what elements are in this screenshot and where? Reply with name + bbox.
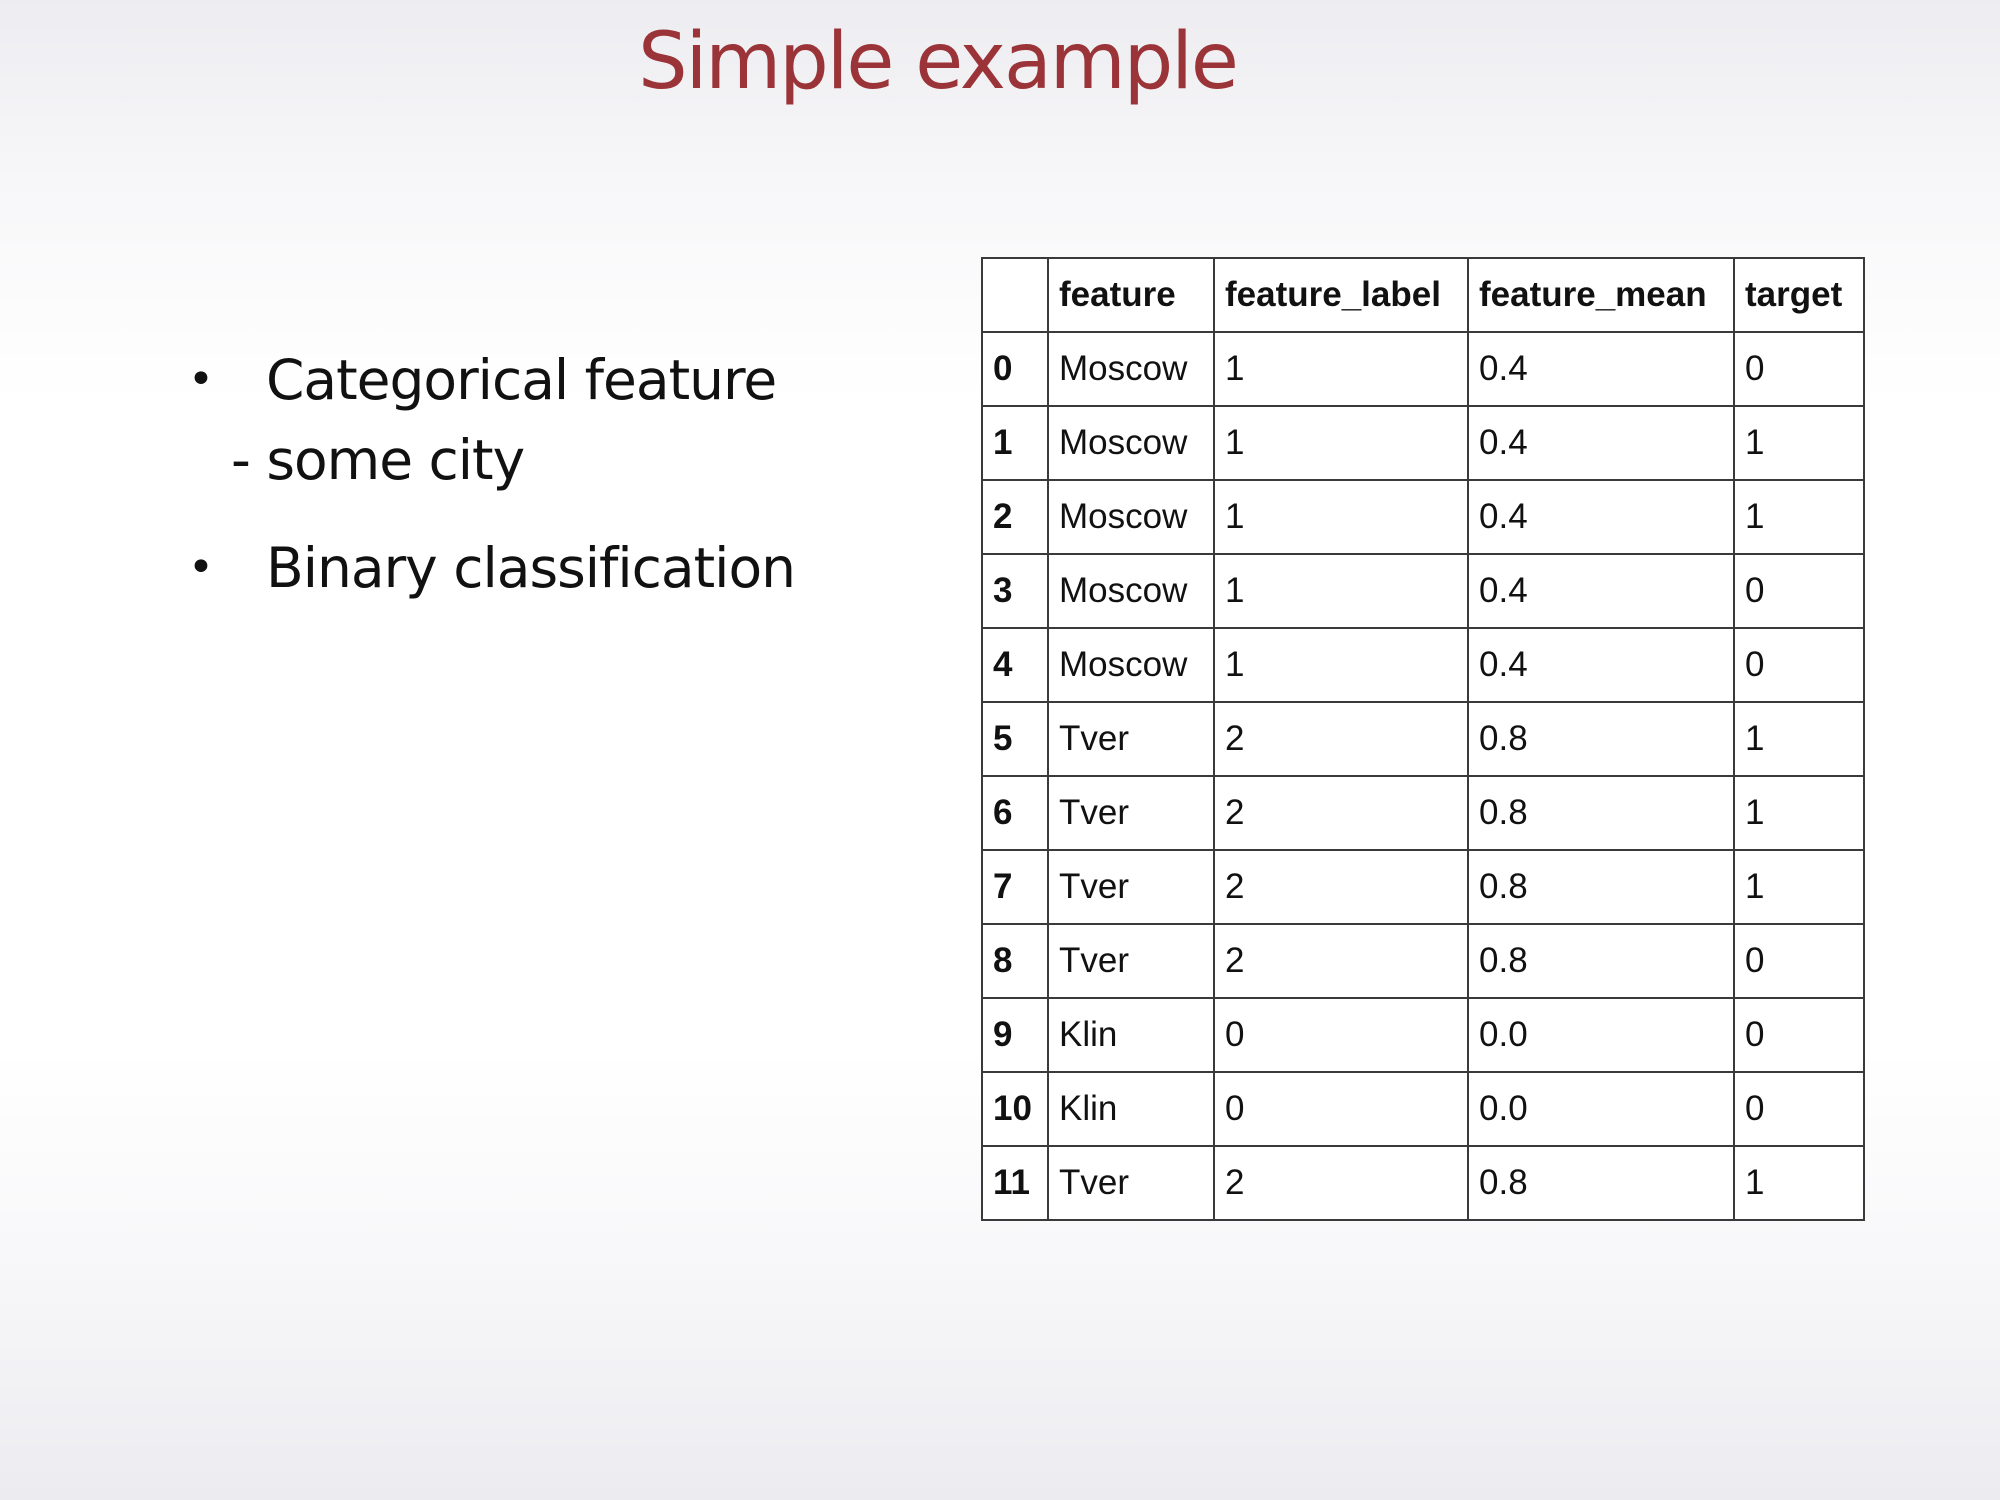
cell-feature: Moscow [1047, 627, 1215, 703]
bullet-item: • Binary classification [188, 528, 888, 608]
cell-feature-label: 2 [1213, 849, 1469, 925]
cell-feature-mean: 0.4 [1467, 479, 1735, 555]
cell-feature: Moscow [1047, 405, 1215, 481]
slide-title: Simple example [638, 17, 1239, 107]
table-row: 1 Moscow 1 0.4 1 [981, 405, 1865, 481]
cell-feature: Tver [1047, 775, 1215, 851]
bullet-text: Binary classification [266, 536, 796, 600]
cell-feature-mean: 0.8 [1467, 923, 1735, 999]
cell-feature-label: 1 [1213, 331, 1469, 407]
cell-target: 1 [1733, 849, 1865, 925]
cell-target: 0 [1733, 923, 1865, 999]
table-row: 4 Moscow 1 0.4 0 [981, 627, 1865, 703]
cell-feature-mean: 0.8 [1467, 1145, 1735, 1221]
cell-target: 1 [1733, 405, 1865, 481]
cell-feature-mean: 0.4 [1467, 405, 1735, 481]
cell-target: 1 [1733, 701, 1865, 777]
cell-feature-mean: 0.8 [1467, 775, 1735, 851]
table-row: 7 Tver 2 0.8 1 [981, 849, 1865, 925]
cell-feature: Klin [1047, 997, 1215, 1073]
cell-feature-mean: 0.4 [1467, 627, 1735, 703]
table-row: 9 Klin 0 0.0 0 [981, 997, 1865, 1073]
cell-target: 0 [1733, 553, 1865, 629]
cell-index: 0 [981, 331, 1049, 407]
cell-feature: Moscow [1047, 479, 1215, 555]
cell-feature: Moscow [1047, 553, 1215, 629]
cell-target: 0 [1733, 997, 1865, 1073]
cell-feature-mean: 0.4 [1467, 331, 1735, 407]
cell-target: 0 [1733, 1071, 1865, 1147]
table-row: 5 Tver 2 0.8 1 [981, 701, 1865, 777]
cell-index: 3 [981, 553, 1049, 629]
cell-feature-label: 1 [1213, 627, 1469, 703]
bullet-text: Categorical feature [266, 348, 777, 412]
cell-feature: Tver [1047, 923, 1215, 999]
header-index [981, 257, 1049, 333]
table-row: 10 Klin 0 0.0 0 [981, 1071, 1865, 1147]
table-row: 6 Tver 2 0.8 1 [981, 775, 1865, 851]
table-row: 2 Moscow 1 0.4 1 [981, 479, 1865, 555]
cell-feature-mean: 0.4 [1467, 553, 1735, 629]
cell-index: 5 [981, 701, 1049, 777]
cell-index: 7 [981, 849, 1049, 925]
bullet-subtext: - some city [231, 428, 525, 492]
cell-feature-label: 2 [1213, 1145, 1469, 1221]
cell-feature: Tver [1047, 849, 1215, 925]
cell-feature-label: 1 [1213, 553, 1469, 629]
bullet-dot: • [188, 542, 214, 593]
bullet-item: • Categorical feature [188, 340, 888, 420]
cell-feature-label: 2 [1213, 923, 1469, 999]
cell-index: 6 [981, 775, 1049, 851]
cell-feature-label: 0 [1213, 1071, 1469, 1147]
cell-feature-label: 1 [1213, 405, 1469, 481]
cell-target: 1 [1733, 775, 1865, 851]
cell-feature-label: 0 [1213, 997, 1469, 1073]
cell-feature-mean: 0.8 [1467, 849, 1735, 925]
header-feature-label: feature_label [1213, 257, 1469, 333]
cell-index: 11 [981, 1145, 1049, 1221]
cell-index: 4 [981, 627, 1049, 703]
cell-feature: Moscow [1047, 331, 1215, 407]
table-body: 0 Moscow 1 0.4 0 1 Moscow 1 0.4 1 2 Moscow 1 0.4 1 3 Mos… [981, 331, 1865, 1221]
cell-index: 2 [981, 479, 1049, 555]
table-row: 11 Tver 2 0.8 1 [981, 1145, 1865, 1221]
cell-feature-mean: 0.8 [1467, 701, 1735, 777]
cell-feature: Klin [1047, 1071, 1215, 1147]
cell-feature-mean: 0.0 [1467, 1071, 1735, 1147]
cell-feature: Tver [1047, 1145, 1215, 1221]
bullet-dot: • [188, 354, 214, 405]
cell-target: 0 [1733, 627, 1865, 703]
cell-index: 1 [981, 405, 1049, 481]
header-target: target [1733, 257, 1865, 333]
table-row: 8 Tver 2 0.8 0 [981, 923, 1865, 999]
cell-target: 1 [1733, 1145, 1865, 1221]
cell-index: 10 [981, 1071, 1049, 1147]
header-feature-mean: feature_mean [1467, 257, 1735, 333]
cell-index: 9 [981, 997, 1049, 1073]
header-feature: feature [1047, 257, 1215, 333]
cell-index: 8 [981, 923, 1049, 999]
table-row: 3 Moscow 1 0.4 0 [981, 553, 1865, 629]
table-header-row: feature feature_label feature_mean targe… [981, 257, 1865, 333]
data-table: feature feature_label feature_mean targe… [981, 257, 1865, 1221]
cell-feature: Tver [1047, 701, 1215, 777]
cell-feature-label: 2 [1213, 701, 1469, 777]
bullet-list: • Categorical feature - some city • Bina… [188, 340, 888, 608]
cell-feature-label: 2 [1213, 775, 1469, 851]
cell-target: 1 [1733, 479, 1865, 555]
cell-target: 0 [1733, 331, 1865, 407]
cell-feature-label: 1 [1213, 479, 1469, 555]
cell-feature-mean: 0.0 [1467, 997, 1735, 1073]
table-row: 0 Moscow 1 0.4 0 [981, 331, 1865, 407]
